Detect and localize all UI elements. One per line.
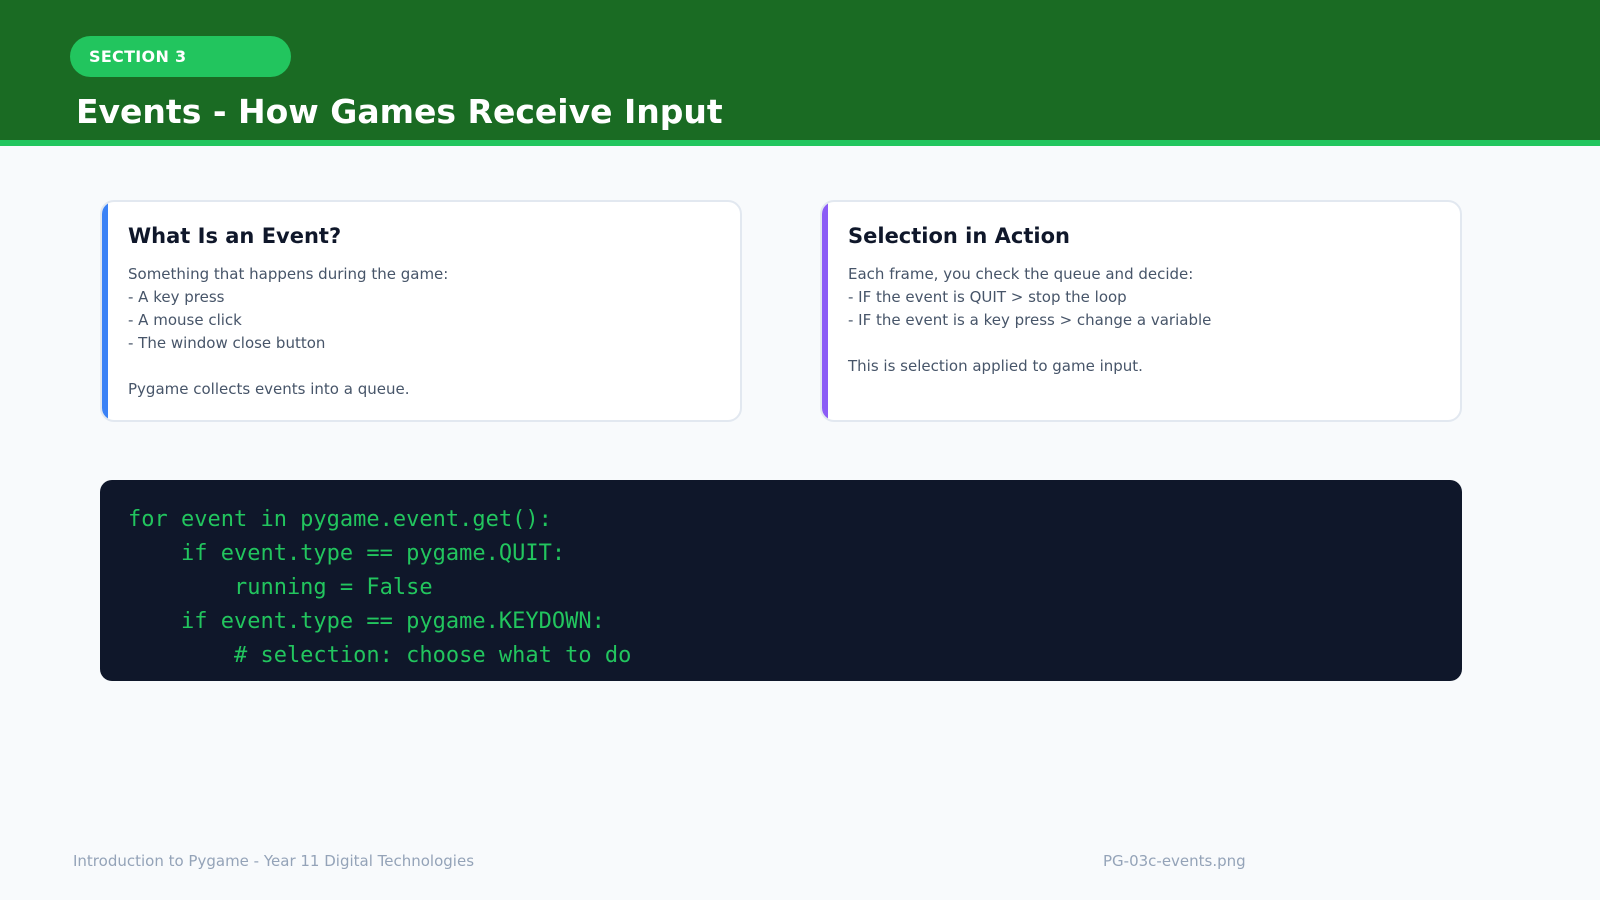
code-line: for event in pygame.event.get(): (128, 507, 552, 532)
card-text-line: - IF the event is QUIT > stop the loop (848, 288, 1127, 306)
card-text-line: - A key press (128, 288, 225, 306)
card-accent-bar (822, 202, 828, 420)
header-banner: SECTION 3 Events - How Games Receive Inp… (0, 0, 1600, 146)
card-text-line: Something that happens during the game: (128, 265, 449, 283)
code-line: running = False (128, 575, 433, 600)
code-line: if event.type == pygame.QUIT: (128, 541, 566, 566)
page-title: Events - How Games Receive Input (76, 92, 723, 131)
slide: SECTION 3 Events - How Games Receive Inp… (0, 0, 1600, 900)
card-blank-line (848, 332, 1211, 355)
card-body: Each frame, you check the queue and deci… (848, 263, 1211, 378)
card-text-line: - The window close button (128, 334, 326, 352)
code-line: if event.type == pygame.KEYDOWN: (128, 609, 605, 634)
section-badge: SECTION 3 (70, 36, 291, 77)
card-text-line: This is selection applied to game input. (848, 357, 1143, 375)
code-block: for event in pygame.event.get(): if even… (100, 480, 1462, 681)
card-text-line: - A mouse click (128, 311, 242, 329)
code-line: # selection: choose what to do (128, 643, 632, 668)
footer-filename: PG-03c-events.png (1103, 852, 1246, 870)
card-text-line: Pygame collects events into a queue. (128, 380, 410, 398)
card-heading: Selection in Action (848, 224, 1070, 248)
card-selection-in-action: Selection in Action Each frame, you chec… (820, 200, 1462, 422)
card-blank-line (128, 355, 448, 378)
footer-course-name: Introduction to Pygame - Year 11 Digital… (73, 852, 475, 870)
card-text-line: - IF the event is a key press > change a… (848, 311, 1212, 329)
card-heading: What Is an Event? (128, 224, 342, 248)
card-text-line: Each frame, you check the queue and deci… (848, 265, 1194, 283)
card-what-is-an-event: What Is an Event? Something that happens… (100, 200, 742, 422)
card-accent-bar (102, 202, 108, 420)
card-body: Something that happens during the game: … (128, 263, 448, 401)
